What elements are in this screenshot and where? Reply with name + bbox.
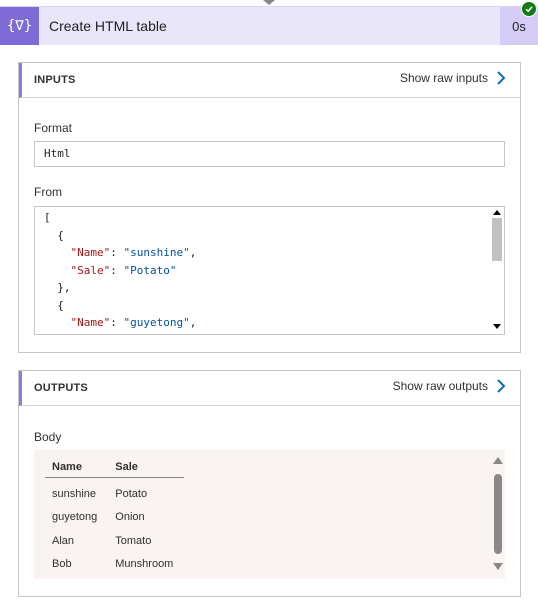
- column-header-name: Name: [45, 461, 109, 478]
- format-field[interactable]: Html: [34, 141, 505, 167]
- scrollbar-thumb[interactable]: [494, 474, 502, 554]
- scroll-down-arrow-icon[interactable]: [493, 563, 503, 570]
- format-label: Format: [34, 121, 73, 135]
- cell-sale: Potato: [115, 487, 148, 500]
- column-header-sale: Sale: [108, 461, 185, 478]
- cell-name: guyetong: [52, 511, 98, 524]
- success-check-icon: [521, 1, 537, 17]
- cell-name: sunshine: [52, 487, 97, 500]
- outputs-heading: OUTPUTS: [34, 382, 88, 394]
- table-row: sunshine Potato: [45, 478, 184, 506]
- connector-arrow: [263, 0, 275, 5]
- json-code-line: "Sale": "Potato": [70, 263, 177, 277]
- json-code-line: {: [44, 228, 64, 242]
- action-title: Create HTML table: [49, 18, 167, 34]
- format-value: Html: [44, 147, 71, 160]
- cell-sale: Munshroom: [115, 558, 174, 571]
- json-code: [ { "Name": "sunshine", "Sale": "Potato"…: [44, 209, 488, 334]
- chevron-right-icon: [497, 71, 506, 85]
- expression-icon: {∇}: [0, 7, 39, 45]
- json-code-line: },: [44, 281, 71, 294]
- inputs-heading: INPUTS: [34, 74, 76, 86]
- scroll-up-arrow-icon[interactable]: [493, 210, 501, 215]
- outputs-card-header: OUTPUTS Show raw outputs: [19, 371, 520, 406]
- from-label: From: [34, 185, 62, 199]
- from-json-viewer[interactable]: [ { "Name": "sunshine", "Sale": "Potato"…: [34, 206, 505, 335]
- json-code-line: {: [44, 298, 64, 312]
- inputs-card-header: INPUTS Show raw inputs: [19, 63, 520, 98]
- scroll-up-arrow-icon[interactable]: [493, 457, 503, 464]
- table-row: Bob Munshroom: [45, 553, 184, 577]
- cell-sale: Tomato: [115, 534, 152, 547]
- inputs-card: INPUTS Show raw inputs Format Html From …: [18, 62, 521, 353]
- table-header-row: Name Sale: [45, 461, 185, 478]
- json-code-line: "Sale": "Onion": [44, 332, 488, 335]
- json-code-line: [: [44, 211, 51, 224]
- show-raw-inputs-label: Show raw inputs: [399, 71, 488, 85]
- scrollbar-thumb[interactable]: [492, 218, 502, 261]
- show-raw-outputs-link[interactable]: Show raw outputs: [393, 379, 506, 393]
- result-table: Name Sale sunshine Potato guyetong Onion…: [45, 461, 185, 577]
- scroll-down-arrow-icon[interactable]: [493, 324, 501, 329]
- action-header[interactable]: {∇} Create HTML table 0s: [0, 1, 538, 45]
- cell-name: Bob: [52, 558, 72, 571]
- cell-sale: Onion: [115, 511, 145, 524]
- json-code-line: "Name": "guyetong",: [70, 316, 197, 329]
- cell-name: Alan: [52, 534, 75, 547]
- chevron-right-icon: [497, 379, 506, 393]
- outputs-card: OUTPUTS Show raw outputs Body Name Sale …: [18, 370, 521, 597]
- show-raw-outputs-label: Show raw outputs: [392, 379, 488, 393]
- body-output: Name Sale sunshine Potato guyetong Onion…: [34, 450, 505, 579]
- body-scrollbar[interactable]: [491, 450, 505, 579]
- show-raw-inputs-link[interactable]: Show raw inputs: [400, 71, 506, 85]
- json-scrollbar[interactable]: [491, 208, 503, 333]
- body-label: Body: [34, 430, 62, 444]
- table-row: guyetong Onion: [45, 506, 184, 530]
- table-row: Alan Tomato: [45, 529, 184, 553]
- json-code-line: "Name": "sunshine",: [70, 246, 197, 259]
